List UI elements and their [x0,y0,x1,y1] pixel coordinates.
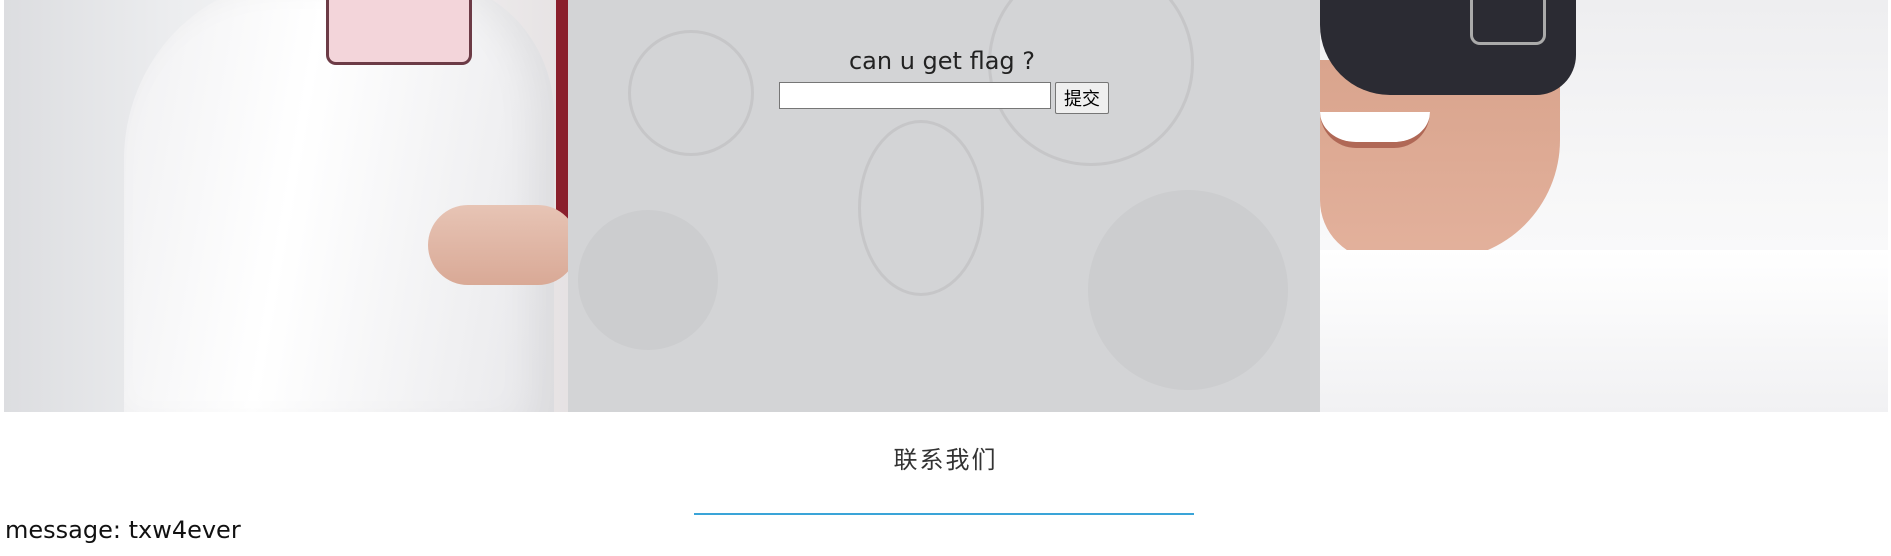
ghost-decoration [858,120,984,296]
lanyard-shape [556,0,568,235]
contact-title: 联系我们 [893,446,998,474]
flag-form: can u get flag ? 提交 [568,44,1320,114]
headset-logo-shape [1470,0,1546,45]
contact-section: 联系我们 [0,440,1891,475]
hero-banner: can u get flag ? 提交 [4,0,1888,412]
flag-question: can u get flag ? [848,47,1036,75]
vr-headset-shape [1320,0,1576,95]
page: can u get flag ? 提交 联系我们 message: txw4ev… [0,0,1891,556]
contact-divider [694,513,1194,515]
center-overlay-panel: can u get flag ? 提交 [568,0,1320,412]
name-badge-shape [326,0,472,65]
doctor-image [4,0,578,412]
headset-image [1320,0,1888,412]
shirt-shape [1320,250,1888,412]
flag-input[interactable] [779,82,1051,109]
arm-shape [428,205,578,285]
submit-button[interactable]: 提交 [1055,82,1109,114]
ghost-decoration [578,210,718,350]
ghost-decoration [1088,190,1288,390]
message-text: message: txw4ever [5,516,241,544]
flag-input-row: 提交 [568,82,1320,114]
